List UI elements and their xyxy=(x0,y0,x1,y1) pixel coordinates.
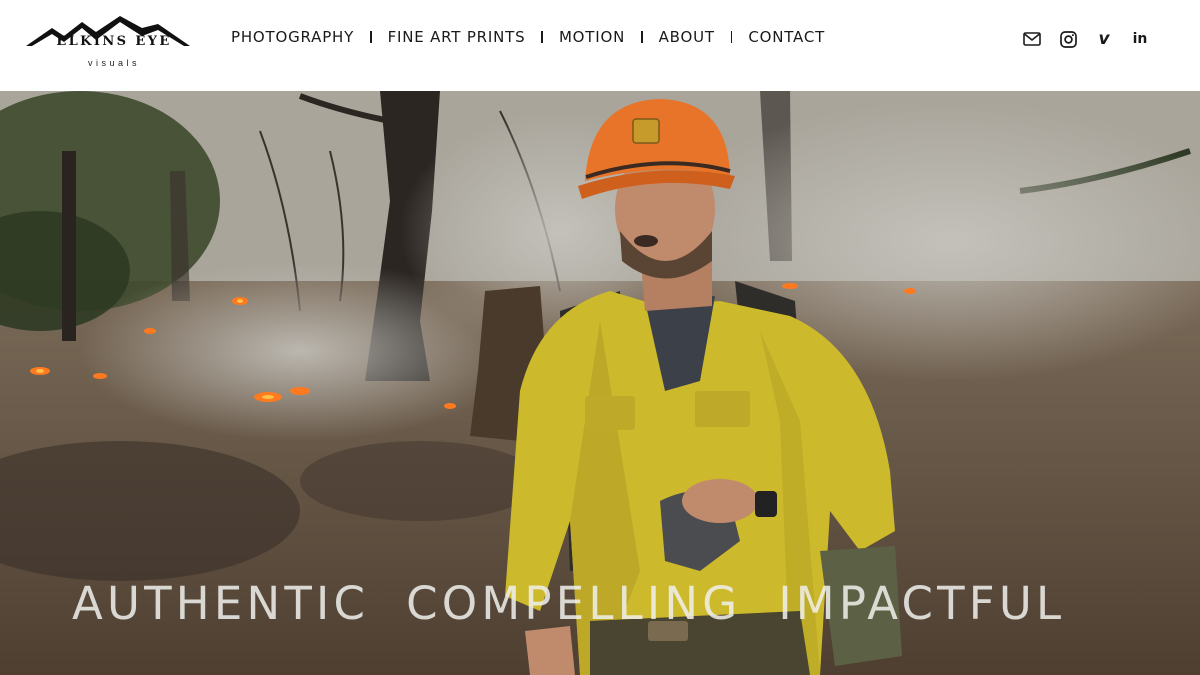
nav-about[interactable]: ABOUT xyxy=(659,27,715,47)
site-logo[interactable]: ELKINS EYE visuals xyxy=(24,14,192,72)
email-icon[interactable] xyxy=(1022,29,1042,49)
brand-name: ELKINS EYE xyxy=(56,34,172,49)
nav-divider xyxy=(541,31,543,43)
vimeo-glyph: v xyxy=(1098,29,1110,49)
nav-divider xyxy=(370,31,372,43)
linkedin-glyph: in xyxy=(1132,31,1148,47)
main-nav: PHOTOGRAPHY FINE ART PRINTS MOTION ABOUT… xyxy=(231,27,825,47)
hero-video: AUTHENTIC COMPELLING IMPACTFUL xyxy=(0,91,1200,675)
vimeo-icon[interactable]: v xyxy=(1094,29,1114,49)
nav-fine-art-prints[interactable]: FINE ART PRINTS xyxy=(388,27,526,47)
brand-subtitle: visuals xyxy=(87,58,140,68)
social-links: v in xyxy=(1022,29,1150,49)
nav-contact[interactable]: CONTACT xyxy=(748,27,825,47)
site-header: ELKINS EYE visuals PHOTOGRAPHY FINE ART … xyxy=(0,0,1200,91)
nav-divider xyxy=(730,31,733,43)
linkedin-icon[interactable]: in xyxy=(1130,29,1150,49)
nav-photography[interactable]: PHOTOGRAPHY xyxy=(231,27,354,47)
nav-divider xyxy=(641,31,643,43)
hero-tagline: AUTHENTIC COMPELLING IMPACTFUL xyxy=(72,577,1066,630)
instagram-icon[interactable] xyxy=(1058,29,1078,49)
nav-motion[interactable]: MOTION xyxy=(559,27,625,47)
